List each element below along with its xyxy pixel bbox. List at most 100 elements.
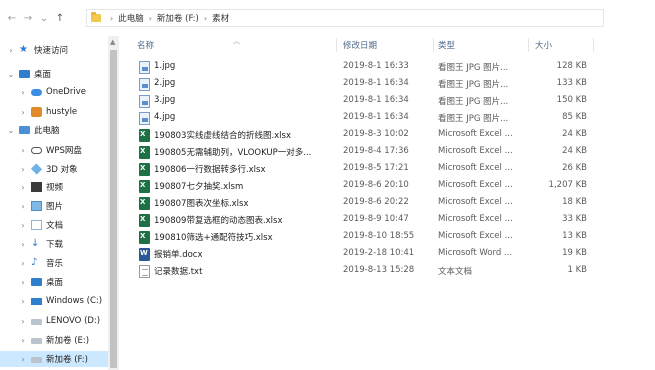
expand-icon[interactable]: › — [18, 88, 28, 97]
file-row[interactable]: 190807七夕抽奖.xlsm 2019-8-6 20:10 Microsoft E… — [119, 178, 609, 195]
column-header-size[interactable]: 大小 — [535, 36, 552, 54]
back-button[interactable]: ← — [4, 10, 20, 26]
forward-arrow-icon: → — [23, 12, 33, 24]
file-size: 150 KB — [556, 95, 587, 105]
file-row[interactable]: 190807图表次坐标.xlsx 2019-8-6 20:22 Microsoft … — [119, 195, 609, 212]
scroll-up-icon: ▲ — [110, 38, 116, 46]
downloads-icon: ↓ — [31, 238, 40, 249]
nav-item-label: 此电脑 — [34, 126, 60, 136]
nav-item[interactable]: › WPS网盘 — [0, 142, 108, 158]
file-date: 2019-8-10 18:55 — [343, 231, 415, 241]
excel-file-icon — [139, 129, 150, 142]
nav-item[interactable]: › 图片 — [0, 198, 108, 214]
breadcrumb-separator: › — [148, 13, 152, 23]
file-name: 4.jpg — [154, 112, 176, 122]
file-size: 18 KB — [562, 197, 587, 207]
nav-item[interactable]: › ♪ 音乐 — [0, 255, 108, 271]
forward-button[interactable]: → — [20, 10, 36, 26]
column-header-type[interactable]: 类型 — [438, 36, 455, 54]
column-divider[interactable] — [593, 38, 594, 52]
file-name: 190810筛选+通配符技巧.xlsx — [154, 233, 273, 243]
file-size: 13 KB — [562, 231, 587, 241]
nav-item-label: 3D 对象 — [46, 165, 78, 175]
expand-icon[interactable]: › — [6, 46, 16, 55]
file-row[interactable]: 2.jpg 2019-8-1 16:34 看图王 JPG 图片... 133 KB — [119, 76, 609, 93]
nav-item[interactable]: › ★ 快速访问 — [0, 42, 108, 58]
nav-item[interactable]: › Windows (C:) — [0, 293, 108, 309]
file-row[interactable]: 1.jpg 2019-8-1 16:33 看图王 JPG 图片... 128 KB — [119, 59, 609, 76]
up-button[interactable]: ↑ — [52, 10, 68, 26]
nav-item[interactable]: ⌄ 桌面 — [0, 66, 108, 82]
path-box[interactable]: › 此电脑 › 新加卷 (F:) › 素材 — [86, 9, 604, 27]
expand-icon[interactable]: › — [18, 240, 28, 249]
file-type: Microsoft Excel ... — [438, 197, 513, 207]
nav-item[interactable]: › 新加卷 (E:) — [0, 332, 108, 348]
file-row[interactable]: 记录数据.txt 2019-8-13 15:28 文本文档 1 KB — [119, 263, 609, 280]
nav-item-label: 视频 — [46, 183, 64, 193]
column-divider[interactable] — [336, 38, 337, 52]
expand-icon[interactable]: › — [18, 202, 28, 211]
nav-item[interactable]: › 桌面 — [0, 274, 108, 290]
expand-icon[interactable]: › — [18, 355, 28, 364]
nav-item[interactable]: › 新加卷 (F:) — [0, 351, 108, 367]
expand-icon[interactable]: › — [18, 146, 28, 155]
file-row[interactable]: 4.jpg 2019-8-1 16:34 看图王 JPG 图片... 85 KB — [119, 110, 609, 127]
nav-scrollbar[interactable]: ▲ — [108, 36, 119, 370]
column-divider[interactable] — [528, 38, 529, 52]
file-name: 190807图表次坐标.xlsx — [154, 199, 249, 209]
drive-icon — [31, 319, 42, 325]
nav-item[interactable]: › 视频 — [0, 179, 108, 195]
expand-open-icon[interactable]: ⌄ — [6, 126, 16, 135]
column-divider[interactable] — [433, 38, 434, 52]
file-row[interactable]: 190806一行数据转多行.xlsx 2019-8-5 17:21 Microsof… — [119, 161, 609, 178]
expand-icon[interactable]: › — [18, 278, 28, 287]
nav-item[interactable]: › LENOVO (D:) — [0, 313, 108, 329]
nav-item[interactable]: › 文档 — [0, 217, 108, 233]
pictures-icon — [31, 201, 42, 211]
file-name: 报销单.docx — [154, 250, 203, 260]
breadcrumb-item-sucai[interactable]: 素材 — [212, 12, 229, 24]
file-list: ︿ 名称 修改日期 类型 大小 1.jpg 2019-8-1 16:33 看图王 J… — [119, 36, 609, 370]
expand-icon[interactable]: › — [18, 336, 28, 345]
file-row[interactable]: 190809带复选框的动态图表.xlsx 2019-8-9 10:47 Micros… — [119, 212, 609, 229]
chevron-down-icon: ⌄ — [39, 12, 49, 24]
documents-icon — [31, 220, 42, 230]
file-date: 2019-2-18 10:41 — [343, 248, 415, 258]
file-name: 190806一行数据转多行.xlsx — [154, 165, 266, 175]
nav-item[interactable]: › hustyle — [0, 104, 108, 120]
expand-icon[interactable]: › — [18, 165, 28, 174]
nav-item[interactable]: › OneDrive — [0, 84, 108, 100]
nav-item-label: 新加卷 (E:) — [46, 336, 90, 346]
nav-item[interactable]: ⌄ 此电脑 — [0, 122, 108, 138]
file-name: 190809带复选框的动态图表.xlsx — [154, 216, 283, 226]
nav-item[interactable]: › 3D 对象 — [0, 161, 108, 177]
expand-icon[interactable]: › — [18, 259, 28, 268]
file-type: 看图王 JPG 图片... — [438, 80, 509, 90]
breadcrumb-item-this-pc[interactable]: 此电脑 — [118, 12, 144, 24]
onedrive-icon — [31, 88, 42, 96]
file-row[interactable]: 3.jpg 2019-8-1 16:34 看图王 JPG 图片... 150 KB — [119, 93, 609, 110]
desktop-icon — [19, 70, 30, 78]
recent-locations-button[interactable]: ⌄ — [36, 10, 52, 26]
column-header-date[interactable]: 修改日期 — [343, 36, 377, 54]
excel-file-icon — [139, 180, 150, 193]
nav-item-label: 桌面 — [46, 278, 64, 288]
nav-item-label: WPS网盘 — [46, 146, 82, 156]
expand-open-icon[interactable]: ⌄ — [6, 70, 16, 79]
breadcrumb-item-drive-f[interactable]: 新加卷 (F:) — [157, 12, 199, 24]
file-row[interactable]: 190805无需辅助列，VLOOKUP一对多... 2019-8-4 17:36 M… — [119, 144, 609, 161]
desktop-icon — [31, 278, 42, 286]
nav-scrollbar-thumb[interactable] — [110, 50, 117, 368]
file-row[interactable]: 190803实线虚线结合的折线图.xlsx 2019-8-3 10:02 Micro… — [119, 127, 609, 144]
file-date: 2019-8-13 15:28 — [343, 265, 415, 275]
file-row[interactable]: 报销单.docx 2019-2-18 10:41 Microsoft Word ..… — [119, 246, 609, 263]
expand-icon[interactable]: › — [18, 221, 28, 230]
expand-icon[interactable]: › — [18, 108, 28, 117]
back-arrow-icon: ← — [7, 12, 17, 24]
column-header-name[interactable]: 名称 — [137, 36, 154, 54]
nav-item[interactable]: › ↓ 下载 — [0, 236, 108, 252]
expand-icon[interactable]: › — [18, 317, 28, 326]
expand-icon[interactable]: › — [18, 183, 28, 192]
expand-icon[interactable]: › — [18, 297, 28, 306]
file-row[interactable]: 190810筛选+通配符技巧.xlsx 2019-8-10 18:55 Micros… — [119, 229, 609, 246]
